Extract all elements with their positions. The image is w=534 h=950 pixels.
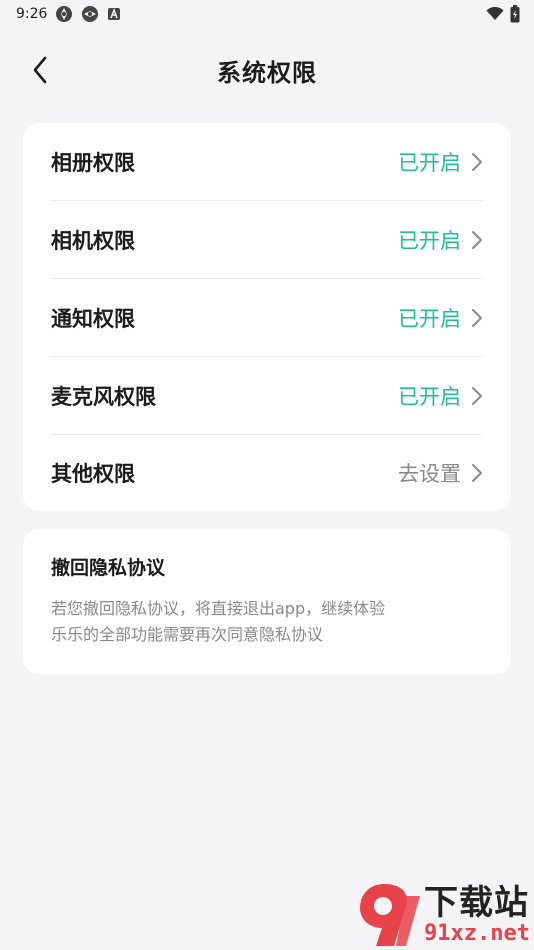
permission-right: 已开启 [398, 225, 483, 255]
permission-right: 已开启 [398, 381, 483, 411]
permission-row-other[interactable]: 其他权限 去设置 [51, 435, 483, 511]
permission-right: 去设置 [398, 458, 483, 488]
permission-right: 已开启 [398, 303, 483, 333]
permission-status: 已开启 [398, 384, 461, 409]
permission-status: 已开启 [398, 306, 461, 331]
permission-row-album[interactable]: 相册权限 已开启 [51, 123, 483, 201]
permission-row-camera[interactable]: 相机权限 已开启 [51, 201, 483, 279]
watermark-url: 91xz.net [424, 921, 530, 946]
back-button[interactable] [22, 52, 58, 88]
chevron-left-icon [33, 56, 47, 84]
app-icon [82, 6, 99, 22]
status-right [486, 5, 520, 23]
status-left: 9:26 [16, 5, 121, 23]
permission-status: 已开启 [398, 150, 461, 175]
chevron-right-icon [472, 308, 482, 327]
permission-row-microphone[interactable]: 麦克风权限 已开启 [51, 357, 483, 435]
wifi-icon [486, 7, 504, 20]
revoke-description: 若您撤回隐私协议，将直接退出app，继续体验乐乐的全部功能需要再次同意隐私协议 [51, 599, 386, 644]
revoke-title: 撤回隐私协议 [51, 557, 166, 579]
permission-status: 去设置 [398, 462, 461, 486]
status-bar: 9:26 [0, 0, 534, 28]
permission-label: 相册权限 [51, 150, 135, 175]
permission-right: 已开启 [398, 147, 483, 177]
watermark-text: 下载站 91xz.net [424, 884, 530, 946]
watermark-logo-icon [360, 884, 421, 946]
permission-row-notification[interactable]: 通知权限 已开启 [51, 279, 483, 357]
permission-label: 麦克风权限 [51, 384, 156, 409]
app-icon [56, 6, 73, 22]
watermark: 下载站 91xz.net [354, 876, 530, 950]
a-icon [108, 8, 121, 20]
page-title: 系统权限 [217, 58, 317, 87]
permission-label: 相机权限 [51, 228, 135, 253]
header: 系统权限 [0, 28, 534, 112]
chevron-right-icon [472, 230, 482, 249]
permission-label: 通知权限 [51, 306, 135, 331]
watermark-brand: 下载站 [424, 883, 530, 923]
battery-icon [510, 5, 520, 23]
chevron-right-icon [472, 386, 482, 405]
permissions-card: 相册权限 已开启 相机权限 已开启 通知权限 已开启 麦克风权限 已开启 其他权… [23, 123, 511, 511]
status-time: 9:26 [16, 6, 48, 22]
revoke-privacy-card[interactable]: 撤回隐私协议 若您撤回隐私协议，将直接退出app，继续体验乐乐的全部功能需要再次… [23, 529, 511, 674]
chevron-right-icon [472, 152, 482, 171]
permission-label: 其他权限 [51, 462, 135, 486]
permission-status: 已开启 [398, 228, 461, 253]
chevron-right-icon [472, 464, 482, 482]
